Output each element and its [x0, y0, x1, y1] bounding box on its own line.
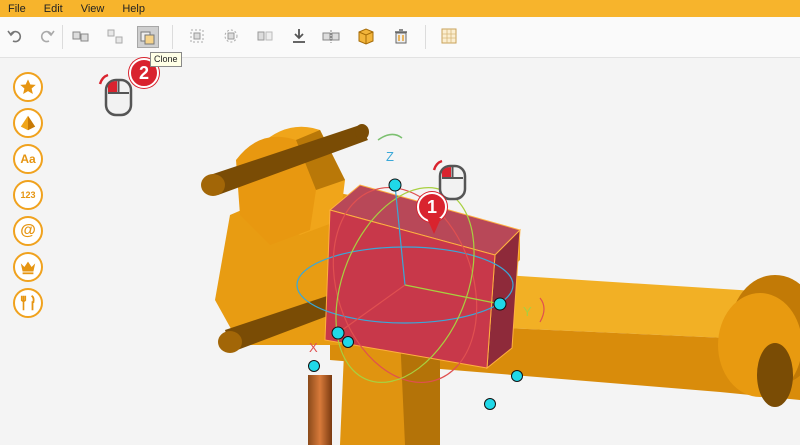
right-joint-hole[interactable]: [757, 343, 793, 407]
delete-icon: [395, 29, 407, 44]
top-pin-end[interactable]: [201, 174, 225, 196]
box-material-button[interactable]: [355, 25, 377, 47]
menu-view[interactable]: View: [72, 3, 114, 15]
gizmo-handle: [484, 398, 496, 410]
distribute-button[interactable]: [220, 25, 242, 47]
clone-tooltip: Clone: [150, 52, 182, 67]
align-button[interactable]: [186, 25, 208, 47]
align-icon: [190, 29, 204, 43]
callout-pointer: [427, 218, 441, 234]
gizmo-handle-z: [388, 178, 402, 192]
sidebar-item-text[interactable]: Aa: [13, 144, 43, 174]
drop-to-floor-button[interactable]: [288, 25, 310, 47]
split-icon: [322, 30, 340, 43]
mirror-button[interactable]: [254, 25, 276, 47]
grid-button[interactable]: [438, 25, 460, 47]
top-pin-far[interactable]: [355, 124, 369, 140]
undo-button[interactable]: [4, 25, 26, 47]
gizmo-handle: [511, 370, 523, 382]
gizmo-handle-x: [331, 326, 345, 340]
lower-pin-end[interactable]: [218, 331, 242, 353]
sidebar-item-tools[interactable]: [13, 288, 43, 318]
pyramid-icon: [20, 115, 36, 131]
gizmo-rotate-arrow: [377, 133, 403, 141]
clone-button[interactable]: [137, 26, 159, 48]
crown-icon: [20, 261, 36, 275]
drop-to-floor-icon: [293, 29, 305, 43]
toolbar: [0, 17, 800, 58]
ungroup-icon: [107, 29, 123, 44]
toolbar-separator: [172, 25, 173, 49]
group-button[interactable]: [70, 25, 92, 47]
toolbar-separator: [425, 25, 426, 49]
gizmo-handle: [308, 360, 320, 372]
gizmo-label-y: Y: [523, 304, 532, 319]
toolbar-separator: [62, 25, 63, 49]
grid-icon: [441, 28, 457, 44]
redo-button[interactable]: [36, 25, 58, 47]
tools-icon: [20, 295, 35, 311]
menu-file[interactable]: File: [0, 3, 35, 15]
sidebar-item-shapes[interactable]: [13, 108, 43, 138]
split-button[interactable]: [320, 25, 342, 47]
menubar: File Edit View Help: [0, 0, 800, 17]
redo-icon: [40, 30, 55, 43]
gizmo-label-x: X: [309, 340, 318, 355]
gizmo-handle-y: [493, 297, 507, 311]
delete-button[interactable]: [390, 25, 412, 47]
sidebar-item-favorites[interactable]: [13, 72, 43, 102]
gizmo-handle: [342, 336, 354, 348]
menu-help[interactable]: Help: [113, 3, 154, 15]
clone-icon: [140, 31, 155, 45]
sidebar-item-numbers[interactable]: 123: [13, 180, 43, 210]
box-material-icon: [358, 28, 374, 45]
mirror-icon: [257, 31, 273, 41]
star-icon: [20, 79, 36, 95]
3d-viewport[interactable]: Z Y X Aa 123 @ 1: [0, 58, 800, 445]
sidebar-item-symbols[interactable]: @: [13, 216, 43, 246]
distribute-icon: [224, 29, 238, 43]
lower-rod[interactable]: [308, 375, 332, 445]
undo-icon: [7, 30, 22, 43]
menu-edit[interactable]: Edit: [35, 3, 72, 15]
group-icon: [72, 31, 89, 42]
ungroup-button[interactable]: [104, 25, 126, 47]
sidebar-item-crown[interactable]: [13, 252, 43, 282]
gizmo-label-z: Z: [386, 149, 394, 164]
